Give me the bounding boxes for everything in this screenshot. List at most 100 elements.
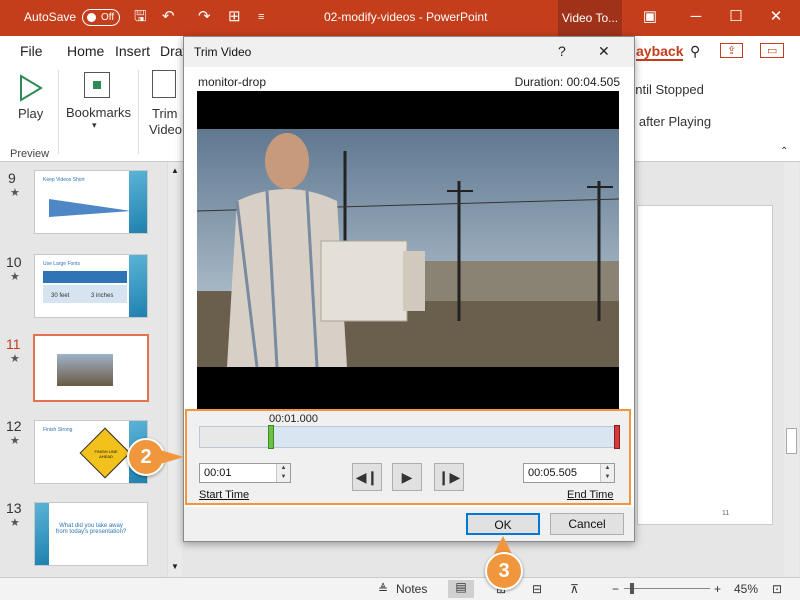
sign-text: FINISH LINE AHEAD — [94, 449, 118, 459]
slide-canvas[interactable]: 11 — [637, 205, 773, 525]
comments-icon[interactable]: ▭ — [760, 43, 785, 58]
help-button[interactable]: ? — [558, 43, 566, 59]
spinner-arrows[interactable]: ▲ ▼ — [600, 464, 614, 482]
cancel-button[interactable]: Cancel — [550, 513, 624, 535]
spin-up-icon[interactable]: ▲ — [601, 464, 614, 473]
chevron-down-icon[interactable]: ▾ — [92, 120, 97, 131]
spin-down-icon[interactable]: ▼ — [601, 473, 614, 482]
redo-icon[interactable]: ↷ — [198, 8, 211, 26]
editor-scrollbar[interactable] — [784, 162, 799, 577]
minimize-icon[interactable]: ─ — [676, 5, 716, 29]
end-trim-handle[interactable] — [614, 425, 620, 449]
callout-pointer — [160, 450, 184, 464]
play-icon[interactable] — [18, 74, 44, 102]
search-icon[interactable]: ⚲ — [690, 43, 700, 60]
start-time-label: Start Time — [199, 489, 250, 501]
title-bar: AutoSave Off 🖫 ↶ ↷ ⊞ ≡ 02-modify-videos … — [0, 0, 800, 36]
play-button[interactable]: Play — [18, 106, 43, 121]
bookmarks-icon[interactable] — [84, 72, 110, 98]
status-bar: ≜ Notes ▤ ⊞ ⊟ ⊼ − + 45% ⊡ — [0, 577, 800, 600]
undo-icon[interactable]: ↶ — [162, 8, 175, 26]
previous-frame-button[interactable]: ◀❙ — [352, 463, 382, 491]
thumb-title: Finish Strong — [43, 427, 73, 433]
end-time-spinner[interactable]: 00:05.505 ▲ ▼ — [523, 463, 615, 483]
animation-star-icon: ★ — [10, 517, 20, 529]
scroll-up-icon[interactable]: ▲ — [171, 166, 179, 175]
trim-video-line2[interactable]: Video — [149, 122, 182, 137]
share-icon[interactable]: ⇪ — [720, 43, 744, 58]
autosave-toggle[interactable]: Off — [82, 9, 120, 26]
slide-number: 10 — [6, 254, 22, 270]
slides-scrollbar[interactable]: ▲ ▼ — [167, 162, 182, 577]
thumb-title: Keep Videos Short — [43, 177, 85, 183]
loop-until-stopped[interactable]: until Stopped — [628, 82, 704, 97]
ribbon-options-icon[interactable]: ▣ — [630, 5, 670, 29]
dialog-title: Trim Video — [194, 45, 252, 59]
spinner-arrows[interactable]: ▲ ▼ — [276, 464, 290, 482]
document-title: 02-modify-videos - PowerPoint — [324, 10, 488, 24]
animation-star-icon: ★ — [10, 353, 20, 365]
slide-thumbnail-9[interactable]: Keep Videos Short — [34, 170, 148, 234]
animation-star-icon: ★ — [10, 187, 20, 199]
ok-button[interactable]: OK — [466, 513, 540, 535]
video-name: monitor-drop — [198, 75, 267, 89]
slide-thumbnail-10[interactable]: Use Large Fonts 30 feet 3 inches — [34, 254, 148, 318]
slide-number: 11 — [6, 336, 21, 352]
slide-thumbnail-13[interactable]: What did you take away from today's pres… — [34, 502, 148, 566]
tab-playback[interactable]: ayback — [636, 43, 684, 61]
slide-number: 12 — [6, 418, 22, 434]
start-time-spinner[interactable]: 00:01 ▲ ▼ — [199, 463, 291, 483]
present-icon[interactable]: ⊞ — [228, 8, 241, 26]
slideshow-icon[interactable]: ⊼ — [570, 582, 579, 596]
thumb-video-image — [57, 354, 113, 386]
reading-view-icon[interactable]: ⊟ — [532, 582, 542, 596]
slide-number: 13 — [6, 500, 22, 516]
slide-number: 9 — [8, 170, 16, 186]
video-tools-tab[interactable]: Video To... — [558, 0, 622, 36]
end-time-label: End Time — [567, 489, 614, 501]
play-pause-button[interactable]: ▶ — [392, 463, 422, 491]
tab-home[interactable]: Home — [67, 43, 104, 59]
next-frame-button[interactable]: ❙▶ — [434, 463, 464, 491]
zoom-slider[interactable] — [624, 588, 710, 589]
collapse-ribbon-icon[interactable]: ⌃ — [780, 146, 788, 157]
video-frame — [197, 91, 619, 409]
slide-page-number: 11 — [722, 510, 730, 517]
zoom-out-button[interactable]: − — [612, 582, 619, 596]
notes-icon[interactable]: ≜ — [378, 582, 388, 596]
trim-timeline-area: 00:01.000 00:01 ▲ ▼ ◀❙ ▶ ❙▶ 00:05.505 ▲ ▼ … — [185, 409, 631, 505]
trimmed-region — [200, 427, 270, 447]
spin-down-icon[interactable]: ▼ — [277, 473, 290, 482]
customize-qat-icon[interactable]: ≡ — [258, 8, 264, 26]
end-time-input[interactable]: 00:05.505 — [528, 467, 577, 479]
start-time-input[interactable]: 00:01 — [204, 467, 232, 479]
tab-file[interactable]: File — [20, 43, 43, 59]
zoom-slider-thumb[interactable] — [630, 583, 634, 594]
notes-button[interactable]: Notes — [396, 582, 427, 596]
trim-timeline-track[interactable] — [199, 425, 620, 449]
video-duration: Duration: 00:04.505 — [514, 75, 620, 89]
dialog-close-button[interactable]: ✕ — [598, 43, 610, 60]
trim-video-line1[interactable]: Trim — [152, 106, 178, 121]
tab-insert[interactable]: Insert — [115, 43, 150, 59]
save-icon[interactable]: 🖫 — [134, 8, 147, 26]
rewind-after-playing[interactable]: d after Playing — [628, 114, 711, 129]
fit-to-window-icon[interactable]: ⊡ — [772, 582, 782, 596]
zoom-in-button[interactable]: + — [714, 582, 721, 596]
scroll-thumb[interactable] — [786, 428, 797, 454]
trim-video-icon[interactable] — [152, 70, 176, 98]
thumb-text: 30 feet — [51, 293, 70, 299]
start-trim-handle[interactable] — [268, 425, 274, 449]
thumb-title: What did you take away from today's pres… — [55, 523, 127, 535]
slide-thumbnail-11[interactable] — [33, 334, 149, 402]
maximize-icon[interactable]: ☐ — [716, 5, 756, 29]
bookmarks-button[interactable]: Bookmarks — [66, 105, 131, 120]
close-window-icon[interactable]: ✕ — [756, 5, 796, 29]
trim-video-dialog: Trim Video ? ✕ monitor-drop Duration: 00… — [183, 36, 635, 542]
spin-up-icon[interactable]: ▲ — [277, 464, 290, 473]
normal-view-icon[interactable]: ▤ — [448, 580, 474, 598]
thumb-text: 3 inches — [91, 293, 114, 299]
zoom-level[interactable]: 45% — [734, 582, 758, 596]
thumb-chart-image — [49, 199, 131, 217]
scroll-down-icon[interactable]: ▼ — [171, 562, 179, 571]
